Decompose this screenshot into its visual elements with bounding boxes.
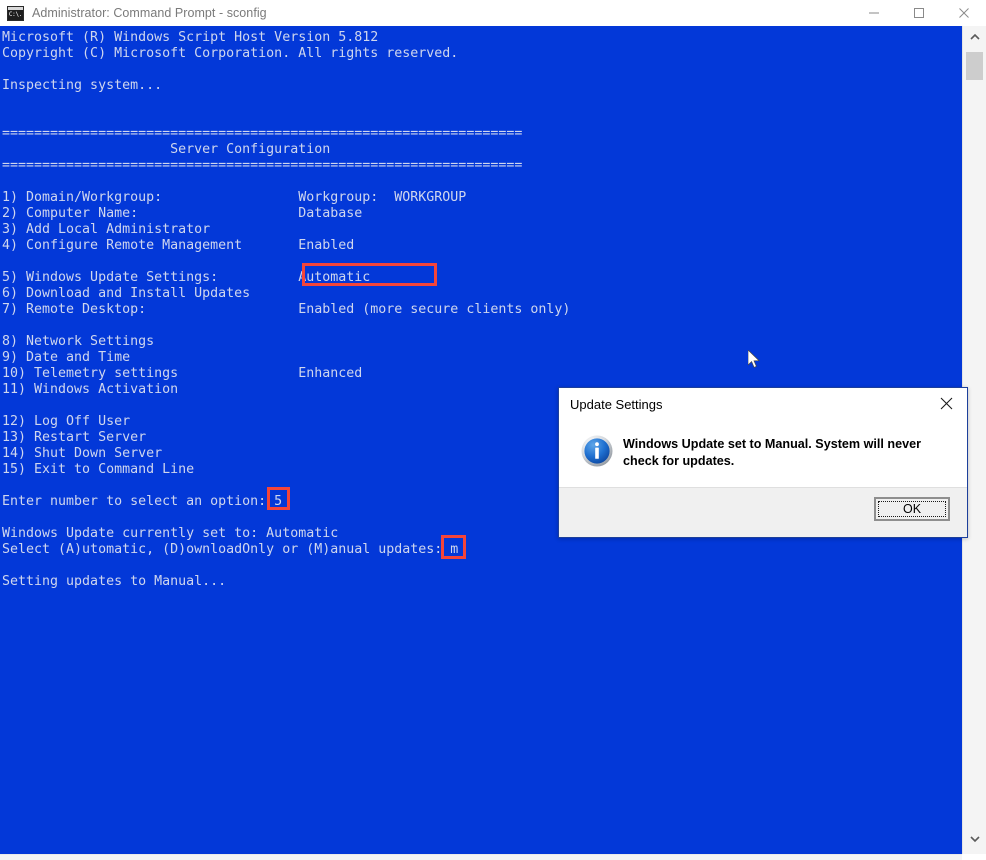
dialog-close-icon[interactable] [926, 389, 966, 417]
console-line: Microsoft (R) Windows Script Host Versio… [2, 30, 379, 45]
console-line: 3) Add Local Administrator [2, 222, 211, 237]
scroll-down-icon[interactable] [963, 828, 986, 850]
dialog-message: Windows Update set to Manual. System wil… [623, 437, 922, 468]
console-line: 14) Shut Down Server [2, 446, 163, 461]
screen: Administrator: Command Prompt - sconfig … [0, 0, 986, 860]
console-line: 4) Configure Remote Management Enabled [2, 238, 355, 253]
horizontal-scrollbar[interactable] [0, 854, 962, 860]
console-line: Windows Update currently set to: Automat… [2, 526, 339, 541]
console-line: 13) Restart Server [2, 430, 147, 445]
dialog-title: Update Settings [570, 397, 663, 412]
close-button[interactable] [941, 0, 986, 26]
console-line: ========================================… [2, 158, 523, 173]
ok-button-label: OK [878, 501, 946, 517]
console-line: Select (A)utomatic, (D)ownloadOnly or (M… [2, 542, 459, 557]
console-line: 12) Log Off User [2, 414, 131, 429]
console-line: Enter number to select an option: 5 [2, 494, 283, 509]
console-line: 9) Date and Time [2, 350, 131, 365]
console-line: 15) Exit to Command Line [2, 462, 195, 477]
console-line: Inspecting system... [2, 78, 163, 93]
console-line: 7) Remote Desktop: Enabled (more secure … [2, 302, 571, 317]
console-line: Server Configuration [2, 142, 331, 157]
dialog-body: Windows Update set to Manual. System wil… [559, 416, 967, 487]
console-line: ========================================… [2, 126, 523, 141]
maximize-button[interactable] [896, 0, 941, 26]
window-titlebar[interactable]: Administrator: Command Prompt - sconfig [0, 0, 986, 26]
update-settings-dialog: Update Settings Windows Update set to Ma… [558, 387, 968, 538]
console-line: 10) Telemetry settings Enhanced [2, 366, 363, 381]
scroll-up-icon[interactable] [963, 26, 986, 48]
window-title: Administrator: Command Prompt - sconfig [32, 6, 267, 20]
console-line: 11) Windows Activation [2, 382, 179, 397]
console-line: Copyright (C) Microsoft Corporation. All… [2, 46, 459, 61]
console-line: 8) Network Settings [2, 334, 155, 349]
console-text: Microsoft (R) Windows Script Host Versio… [0, 26, 570, 590]
console-line: 6) Download and Install Updates [2, 286, 251, 301]
scrollbar-thumb[interactable] [966, 52, 983, 80]
console-line: 1) Domain/Workgroup: Workgroup: WORKGROU… [2, 190, 467, 205]
mouse-cursor [747, 349, 761, 370]
info-icon [581, 435, 613, 467]
dialog-footer: OK [559, 487, 967, 537]
minimize-button[interactable] [851, 0, 896, 26]
console-icon [7, 5, 24, 21]
window-controls [851, 0, 986, 26]
console-line: 2) Computer Name: Database [2, 206, 363, 221]
ok-button[interactable]: OK [874, 497, 950, 521]
console-line: Setting updates to Manual... [2, 574, 227, 589]
console-line: 5) Windows Update Settings: Automatic [2, 270, 371, 285]
